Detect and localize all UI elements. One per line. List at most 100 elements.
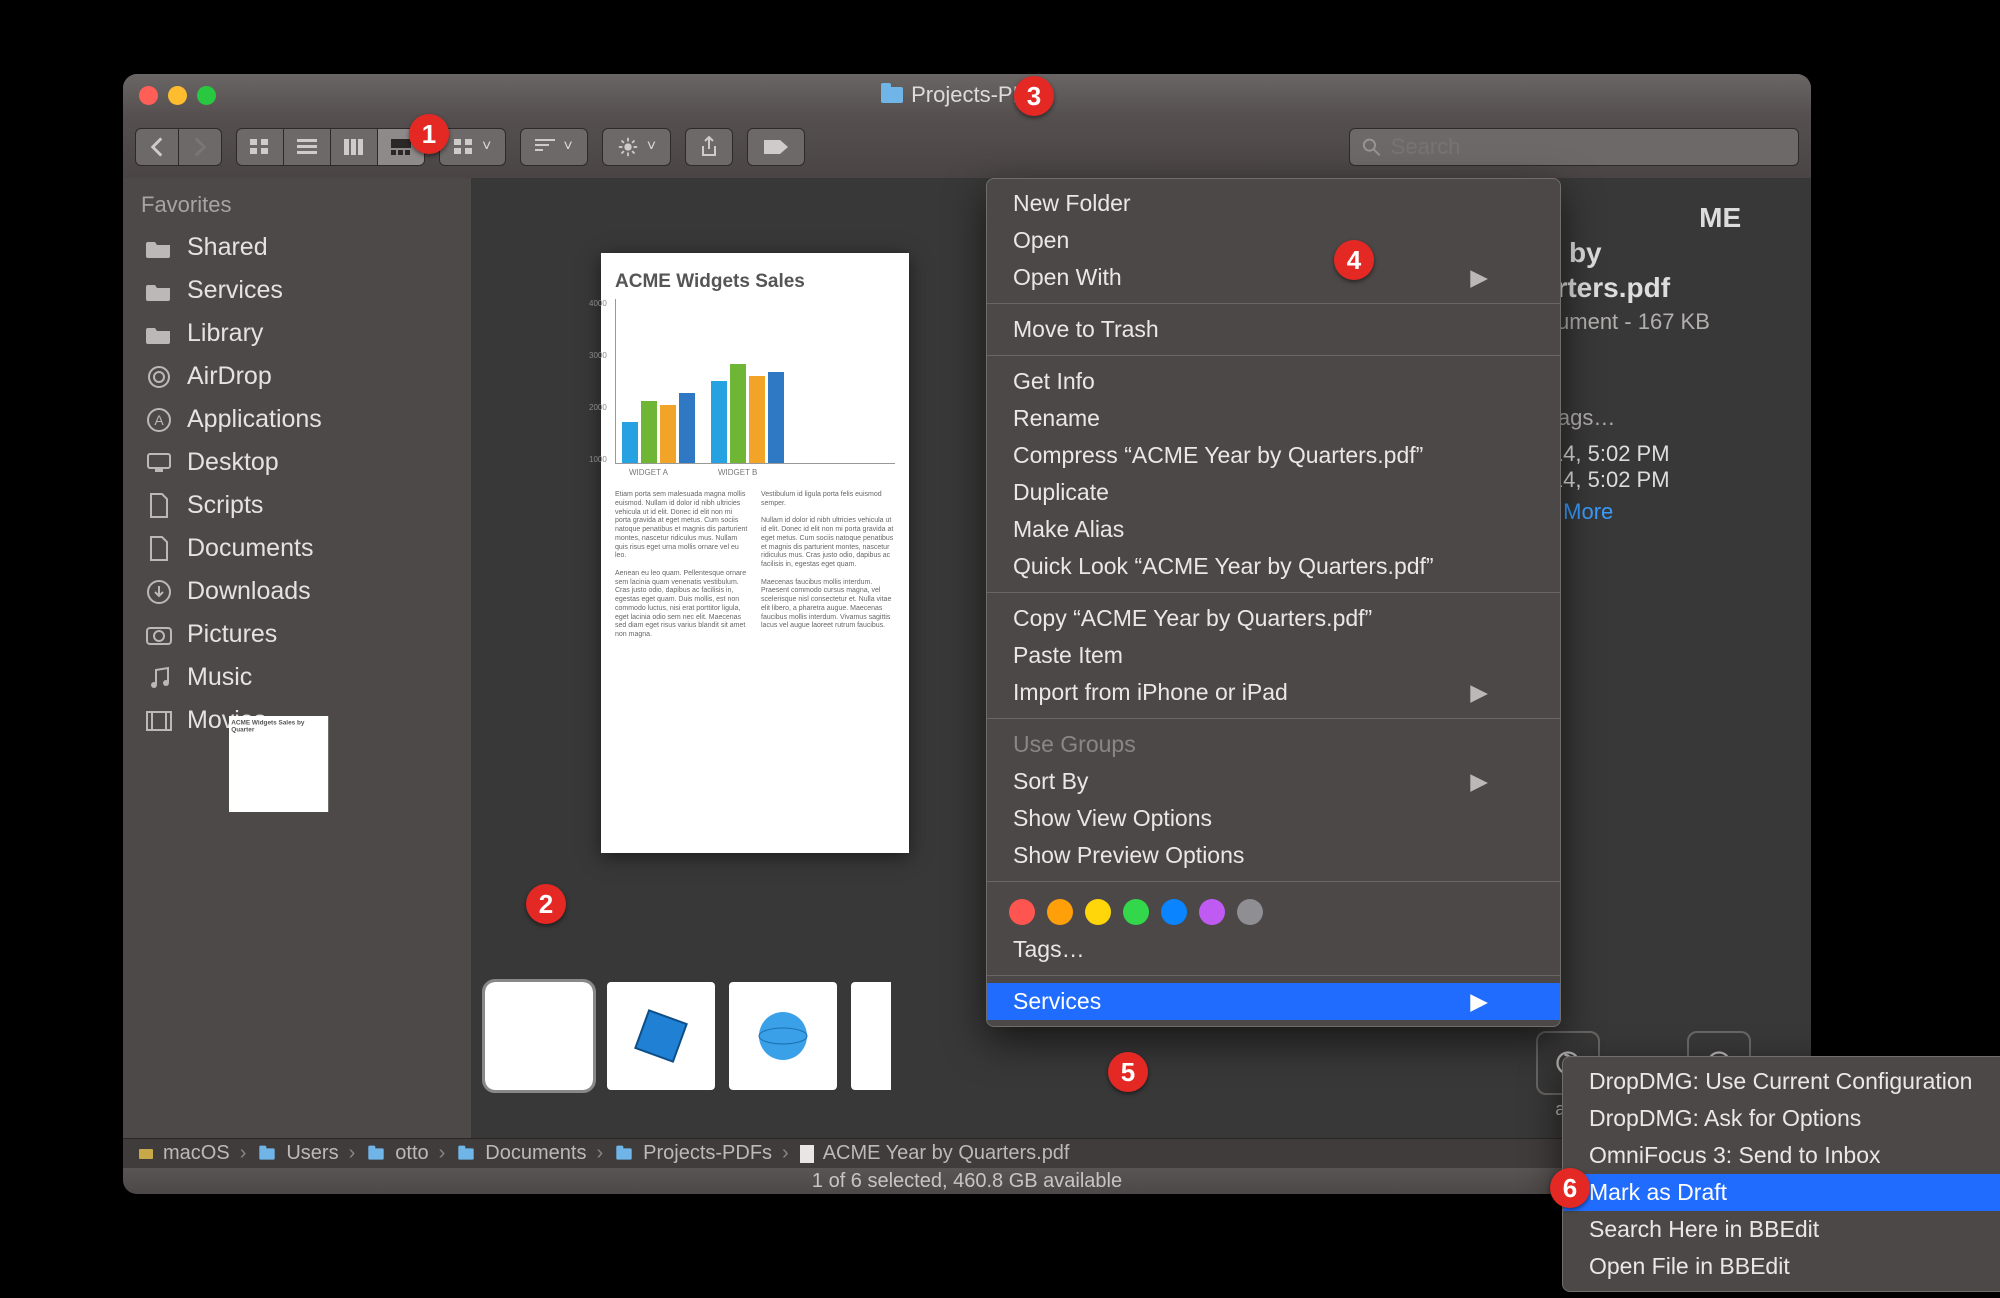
forward-button[interactable] <box>179 129 221 165</box>
sidebar-item-music[interactable]: Music <box>123 656 471 699</box>
path-segment[interactable]: Users <box>256 1142 338 1165</box>
sidebar-item-documents[interactable]: Documents <box>123 527 471 570</box>
services-submenu: DropDMG: Use Current ConfigurationDropDM… <box>1562 1056 2000 1292</box>
menu-item[interactable]: Open With▶ <box>987 259 1560 296</box>
action-button[interactable]: ˅ <box>602 128 671 166</box>
thumbnail[interactable]: ACME Widgets Sales by Quarter <box>485 982 593 1090</box>
search-input[interactable] <box>1391 134 1786 160</box>
sidebar-header: Favorites <box>123 178 471 226</box>
folder-icon <box>145 667 173 689</box>
tag-color[interactable] <box>1085 899 1111 925</box>
path-segment[interactable]: Documents <box>455 1142 586 1165</box>
path-bar: macOS›Users›otto›Documents›Projects-PDFs… <box>123 1138 1811 1168</box>
view-switcher <box>236 128 425 166</box>
sidebar-item-services[interactable]: Services <box>123 269 471 312</box>
menu-item[interactable]: Copy “ACME Year by Quarters.pdf” <box>987 600 1560 637</box>
list-view[interactable] <box>284 129 331 165</box>
chevron-right-icon: ▶ <box>1470 988 1488 1015</box>
folder-icon <box>145 452 173 474</box>
menu-item[interactable]: Move to Trash <box>987 311 1560 348</box>
tag-color[interactable] <box>1237 899 1263 925</box>
menu-item[interactable]: Get Info <box>987 363 1560 400</box>
search-field[interactable] <box>1349 128 1799 166</box>
menu-item[interactable]: Sort By▶ <box>987 763 1560 800</box>
icons-view[interactable] <box>237 129 284 165</box>
nav-buttons <box>135 128 222 166</box>
path-segment[interactable]: otto <box>365 1142 428 1165</box>
menu-item[interactable]: Mark as Draft <box>1563 1174 2000 1211</box>
menu-item[interactable]: Show View Options <box>987 800 1560 837</box>
folder-icon <box>145 538 173 560</box>
menu-item[interactable]: New Folder <box>987 185 1560 222</box>
minimize-button[interactable] <box>168 86 187 105</box>
titlebar: Projects-PDFs <box>123 74 1811 116</box>
menu-item[interactable]: Open File in BBEdit <box>1563 1248 2000 1285</box>
chart <box>615 299 895 464</box>
folder-icon <box>145 280 173 302</box>
folder-icon <box>145 581 173 603</box>
path-segment[interactable]: ACME Year by Quarters.pdf <box>799 1142 1070 1165</box>
sidebar-item-shared[interactable]: Shared <box>123 226 471 269</box>
sidebar-item-pictures[interactable]: Pictures <box>123 613 471 656</box>
menu-item[interactable]: Import from iPhone or iPad▶ <box>987 674 1560 711</box>
sidebar-item-scripts[interactable]: Scripts <box>123 484 471 527</box>
chevron-right-icon: ▶ <box>1470 768 1488 795</box>
back-button[interactable] <box>136 129 179 165</box>
search-icon <box>1362 137 1381 157</box>
sort-button[interactable]: ˅ <box>520 128 587 166</box>
menu-item[interactable]: Paste Item <box>987 637 1560 674</box>
chevron-down-icon: ˅ <box>647 138 656 156</box>
path-segment[interactable]: Projects-PDFs <box>613 1142 772 1165</box>
zoom-button[interactable] <box>197 86 216 105</box>
menu-item[interactable]: Compress “ACME Year by Quarters.pdf” <box>987 437 1560 474</box>
sidebar-item-downloads[interactable]: Downloads <box>123 570 471 613</box>
menu-item[interactable]: Make Alias <box>987 511 1560 548</box>
menu-item[interactable]: Show Preview Options <box>987 837 1560 874</box>
folder-icon <box>881 87 903 103</box>
menu-item[interactable]: DropDMG: Ask for Options <box>1563 1100 2000 1137</box>
sidebar: Favorites SharedServicesLibraryAirDropAA… <box>123 178 471 1138</box>
thumbnail[interactable] <box>851 982 891 1090</box>
folder-icon <box>145 323 173 345</box>
tag-color[interactable] <box>1009 899 1035 925</box>
folder-icon <box>145 624 173 646</box>
menu-item[interactable]: Search Here in BBEdit <box>1563 1211 2000 1248</box>
menu-item[interactable]: Quick Look “ACME Year by Quarters.pdf” <box>987 548 1560 585</box>
menu-item: Use Groups <box>987 726 1560 763</box>
menu-item[interactable]: Services▶ <box>987 983 1560 1020</box>
menu-item[interactable]: DropDMG: Use Current Configuration <box>1563 1063 2000 1100</box>
folder-icon <box>145 237 173 259</box>
tags-button[interactable] <box>747 128 805 166</box>
window-title: Projects-PDFs <box>123 82 1811 108</box>
tag-color[interactable] <box>1047 899 1073 925</box>
annotation-badge: 5 <box>1108 1052 1148 1092</box>
thumbnail[interactable] <box>729 982 837 1090</box>
menu-item[interactable]: Duplicate <box>987 474 1560 511</box>
tag-color[interactable] <box>1161 899 1187 925</box>
sidebar-item-applications[interactable]: AApplications <box>123 398 471 441</box>
folder-icon <box>145 495 173 517</box>
thumbnail[interactable] <box>607 982 715 1090</box>
menu-item[interactable]: Tags… <box>987 931 1560 968</box>
share-button[interactable] <box>685 128 733 166</box>
document-preview: ACME Widgets Sales 1000200030004000 WIDG… <box>601 253 909 853</box>
menu-item[interactable]: OmniFocus 3: Send to Inbox <box>1563 1137 2000 1174</box>
group-by-button[interactable]: ˅ <box>439 128 506 166</box>
svg-text:A: A <box>154 412 164 428</box>
sidebar-item-airdrop[interactable]: AirDrop <box>123 355 471 398</box>
close-button[interactable] <box>139 86 158 105</box>
chevron-down-icon: ˅ <box>482 138 491 156</box>
columns-view[interactable] <box>331 129 378 165</box>
folder-icon <box>145 710 173 732</box>
menu-item[interactable]: Rename <box>987 400 1560 437</box>
path-segment[interactable]: macOS <box>137 1142 230 1165</box>
toolbar: ˅ ˅ ˅ <box>123 116 1811 178</box>
tag-color[interactable] <box>1199 899 1225 925</box>
tag-color[interactable] <box>1123 899 1149 925</box>
sidebar-item-desktop[interactable]: Desktop <box>123 441 471 484</box>
menu-item[interactable]: Open <box>987 222 1560 259</box>
context-menu: New FolderOpenOpen With▶ Move to Trash Get… <box>986 178 1561 1027</box>
annotation-badge: 1 <box>409 114 449 154</box>
sidebar-item-library[interactable]: Library <box>123 312 471 355</box>
chevron-right-icon: ▶ <box>1470 679 1488 706</box>
